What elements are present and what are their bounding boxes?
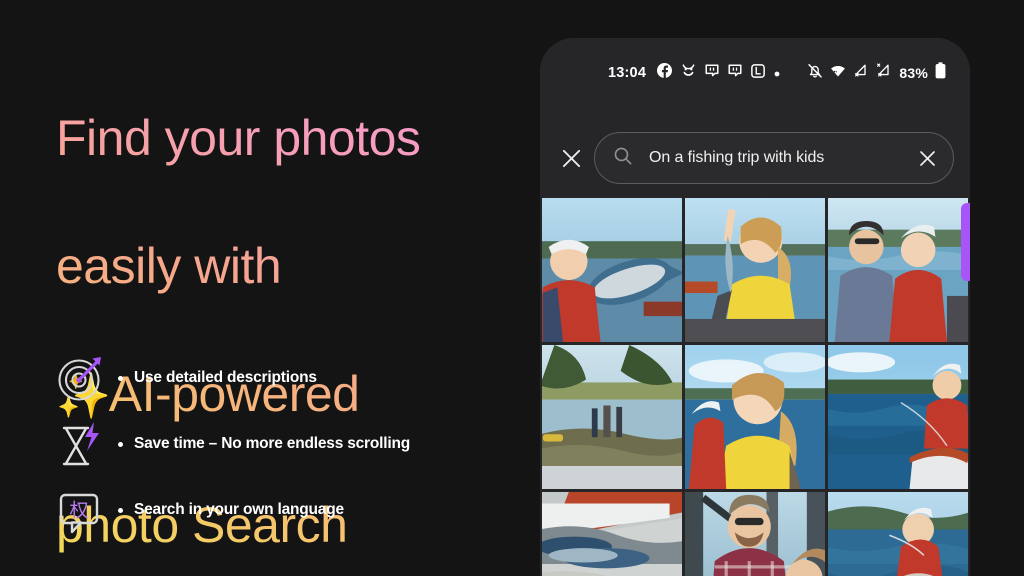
photo-thumbnail[interactable]: [685, 198, 825, 342]
left-panel: Find your photos easily with ✨AI-powered…: [0, 0, 530, 576]
twitch-chat-icon: [728, 63, 742, 83]
wifi-icon: [830, 63, 846, 84]
status-bar: 13:04 83%: [540, 60, 970, 86]
headline-line-2: easily with: [56, 238, 282, 294]
bullet-dot: [118, 441, 123, 447]
status-bar-system-icons: 83%: [807, 62, 946, 84]
search-icon: [613, 146, 635, 171]
hourglass-lightning-icon: [56, 418, 112, 470]
photo-thumbnail[interactable]: [542, 345, 682, 489]
clear-icon[interactable]: [917, 149, 937, 168]
photo-grid[interactable]: [542, 198, 968, 576]
status-bar-notification-icons: [657, 63, 780, 83]
letter-l-badge-icon: [751, 63, 765, 83]
feature-list: Use detailed descriptions Save time – No…: [56, 345, 526, 543]
dot-icon: [774, 64, 780, 82]
smiley-face-icon: [681, 63, 696, 83]
list-item: Use detailed descriptions: [56, 345, 526, 411]
photo-thumbnail[interactable]: [828, 198, 968, 342]
twitch-chat-icon: [705, 63, 719, 83]
photo-thumbnail[interactable]: [542, 198, 682, 342]
battery-icon: [935, 62, 946, 84]
signal-no-service-icon: [853, 63, 869, 84]
headline-line-1: Find your photos: [56, 110, 421, 166]
list-item-label: Save time – No more endless scrolling: [134, 435, 411, 452]
photo-thumbnail[interactable]: [828, 345, 968, 489]
list-item: 权 Search in your own language: [56, 477, 526, 543]
list-item-label: Use detailed descriptions: [134, 369, 317, 386]
status-bar-clock: 13:04: [608, 65, 647, 81]
battery-percentage: 83%: [899, 65, 928, 81]
close-icon[interactable]: [548, 148, 594, 169]
list-item-label: Search in your own language: [134, 501, 344, 518]
promo-screenshot: Find your photos easily with ✨AI-powered…: [0, 0, 1024, 576]
photo-thumbnail[interactable]: [828, 492, 968, 576]
photo-thumbnail[interactable]: [685, 492, 825, 576]
scrollbar-thumb[interactable]: [961, 203, 970, 281]
bullet-dot: [118, 507, 123, 513]
bell-off-icon: [807, 63, 823, 84]
photo-thumbnail[interactable]: [542, 492, 682, 576]
facebook-icon: [657, 63, 673, 83]
speech-bubble-cjk-icon: 权: [56, 484, 112, 536]
photo-thumbnail[interactable]: [685, 345, 825, 489]
search-bar: On a fishing trip with kids: [540, 128, 970, 188]
search-input[interactable]: On a fishing trip with kids: [594, 132, 954, 184]
list-item: Save time – No more endless scrolling: [56, 411, 526, 477]
signal-no-service-icon: [876, 62, 892, 84]
search-query-text: On a fishing trip with kids: [649, 149, 825, 166]
target-arrow-icon: [56, 352, 112, 404]
phone-screen: 13:04 83% On a fishing trip with kids: [540, 38, 970, 576]
bullet-dot: [118, 375, 123, 381]
cjk-glyph: 权: [69, 500, 88, 522]
phone-mockup: 13:04 83% On a fishing trip with kids: [540, 38, 970, 576]
